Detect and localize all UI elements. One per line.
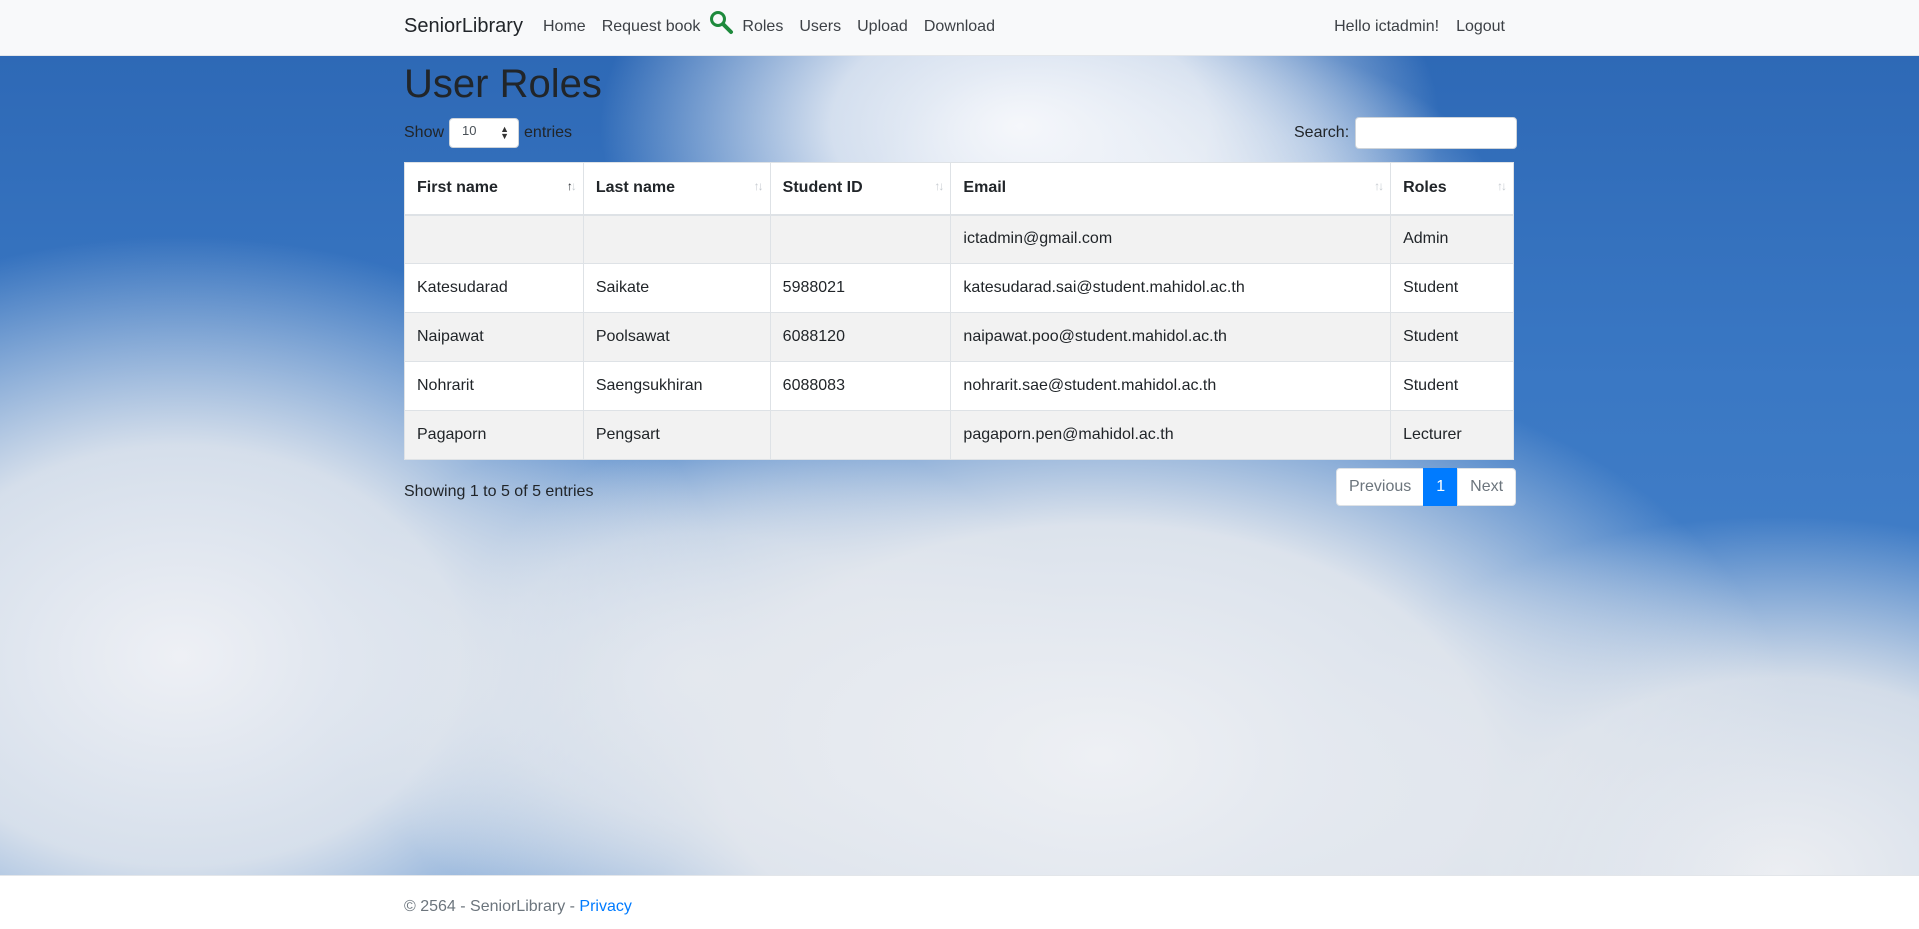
page-length-select[interactable]: 10 ▲ ▼ bbox=[449, 118, 520, 148]
user-greeting[interactable]: Hello ictadmin! bbox=[1334, 18, 1439, 36]
sort-icon: ↑↓ bbox=[753, 179, 764, 193]
table-search: Search: bbox=[1294, 117, 1518, 149]
column-label: Email bbox=[963, 179, 1007, 197]
column-header-student-id[interactable]: Student ID ↑↓ bbox=[769, 162, 952, 216]
cell-student-id: 5988021 bbox=[769, 263, 952, 313]
sort-icon: ↑↓ bbox=[1497, 179, 1507, 193]
column-label: Roles bbox=[1403, 179, 1447, 197]
footer-text: © 2564 - SeniorLibrary - Privacy bbox=[404, 898, 632, 916]
sort-icon: ↑↓ bbox=[1374, 179, 1384, 193]
privacy-link[interactable]: Privacy bbox=[579, 898, 631, 915]
cell-first-name: Katesudarad bbox=[404, 263, 584, 313]
nav-download[interactable]: Download bbox=[924, 18, 995, 36]
column-label: First name bbox=[417, 179, 498, 197]
page-1-button[interactable]: 1 bbox=[1423, 468, 1459, 506]
cell-last-name bbox=[582, 214, 771, 264]
cell-email: nohrarit.sae@student.mahidol.ac.th bbox=[950, 361, 1392, 411]
footer: © 2564 - SeniorLibrary - Privacy bbox=[0, 875, 1919, 929]
table-row: Naipawat Poolsawat 6088120 naipawat.poo@… bbox=[404, 312, 1514, 362]
column-header-email[interactable]: Email ↑↓ bbox=[950, 162, 1392, 216]
cell-first-name: Pagaporn bbox=[404, 410, 584, 460]
nav-links: Home Request book Roles Users Upload Dow… bbox=[543, 11, 1011, 36]
logout-button[interactable]: Logout bbox=[1456, 18, 1505, 36]
table-row: Nohrarit Saengsukhiran 6088083 nohrarit.… bbox=[404, 361, 1514, 411]
cell-email: katesudarad.sai@student.mahidol.ac.th bbox=[950, 263, 1392, 313]
cell-first-name: Nohrarit bbox=[404, 361, 584, 411]
nav-user-area: Hello ictadmin! Logout bbox=[1317, 18, 1505, 36]
cell-email: pagaporn.pen@mahidol.ac.th bbox=[950, 410, 1392, 460]
table-row: ictadmin@gmail.com Admin bbox=[404, 214, 1514, 264]
cell-role: Student bbox=[1390, 312, 1514, 362]
table-row: Pagaporn Pengsart pagaporn.pen@mahidol.a… bbox=[404, 410, 1514, 460]
user-roles-table: First name ↑↓ Last name ↑↓ Student ID ↑↓… bbox=[404, 162, 1514, 460]
page-title: User Roles bbox=[404, 62, 602, 106]
cell-last-name: Saengsukhiran bbox=[582, 361, 771, 411]
column-label: Last name bbox=[595, 179, 675, 197]
copyright-text: © 2564 - SeniorLibrary - bbox=[404, 898, 580, 915]
cell-student-id bbox=[769, 214, 952, 264]
top-navbar: SeniorLibrary Home Request book Roles Us… bbox=[0, 0, 1919, 56]
cell-role: Student bbox=[1390, 361, 1514, 411]
page-length-control: Show 10 ▲ ▼ entries bbox=[404, 118, 572, 148]
cell-first-name: Naipawat bbox=[404, 312, 584, 362]
cell-role: Lecturer bbox=[1390, 410, 1514, 460]
cell-email: ictadmin@gmail.com bbox=[950, 214, 1392, 264]
cell-email: naipawat.poo@student.mahidol.ac.th bbox=[950, 312, 1392, 362]
cell-student-id bbox=[769, 410, 952, 460]
cell-student-id: 6088120 bbox=[769, 312, 952, 362]
cell-last-name: Pengsart bbox=[582, 410, 771, 460]
column-header-roles[interactable]: Roles ↑↓ bbox=[1390, 162, 1514, 216]
nav-request-book[interactable]: Request book bbox=[602, 18, 701, 36]
select-arrows-icon: ▲ ▼ bbox=[500, 124, 510, 141]
cell-role: Student bbox=[1390, 263, 1514, 313]
table-header-row: First name ↑↓ Last name ↑↓ Student ID ↑↓… bbox=[404, 162, 1514, 216]
cell-student-id: 6088083 bbox=[769, 361, 952, 411]
nav-home[interactable]: Home bbox=[543, 18, 586, 36]
search-label: Search: bbox=[1294, 124, 1350, 141]
cell-first-name bbox=[404, 214, 584, 264]
brand-link[interactable]: SeniorLibrary bbox=[404, 15, 523, 38]
column-label: Student ID bbox=[782, 179, 863, 197]
cell-last-name: Poolsawat bbox=[582, 312, 771, 362]
cell-last-name: Saikate bbox=[582, 263, 771, 313]
page-length-value: 10 bbox=[462, 123, 477, 138]
entries-label: entries bbox=[524, 124, 573, 141]
sort-icon: ↑↓ bbox=[934, 179, 944, 193]
column-header-first-name[interactable]: First name ↑↓ bbox=[404, 162, 584, 216]
next-page-button[interactable]: Next bbox=[1457, 468, 1517, 506]
sort-ascending-icon: ↑↓ bbox=[566, 179, 577, 193]
table-info: Showing 1 to 5 of 5 entries bbox=[404, 483, 594, 500]
nav-users[interactable]: Users bbox=[799, 18, 841, 36]
nav-upload[interactable]: Upload bbox=[857, 18, 908, 36]
search-icon[interactable] bbox=[708, 9, 734, 35]
show-label: Show bbox=[404, 124, 445, 141]
cell-role: Admin bbox=[1390, 214, 1514, 264]
nav-roles[interactable]: Roles bbox=[742, 18, 783, 36]
column-header-last-name[interactable]: Last name ↑↓ bbox=[582, 162, 771, 216]
search-input[interactable] bbox=[1355, 117, 1518, 149]
pagination: Previous 1 Next bbox=[1336, 468, 1517, 506]
previous-page-button[interactable]: Previous bbox=[1336, 468, 1425, 506]
table-row: Katesudarad Saikate 5988021 katesudarad.… bbox=[404, 263, 1514, 313]
